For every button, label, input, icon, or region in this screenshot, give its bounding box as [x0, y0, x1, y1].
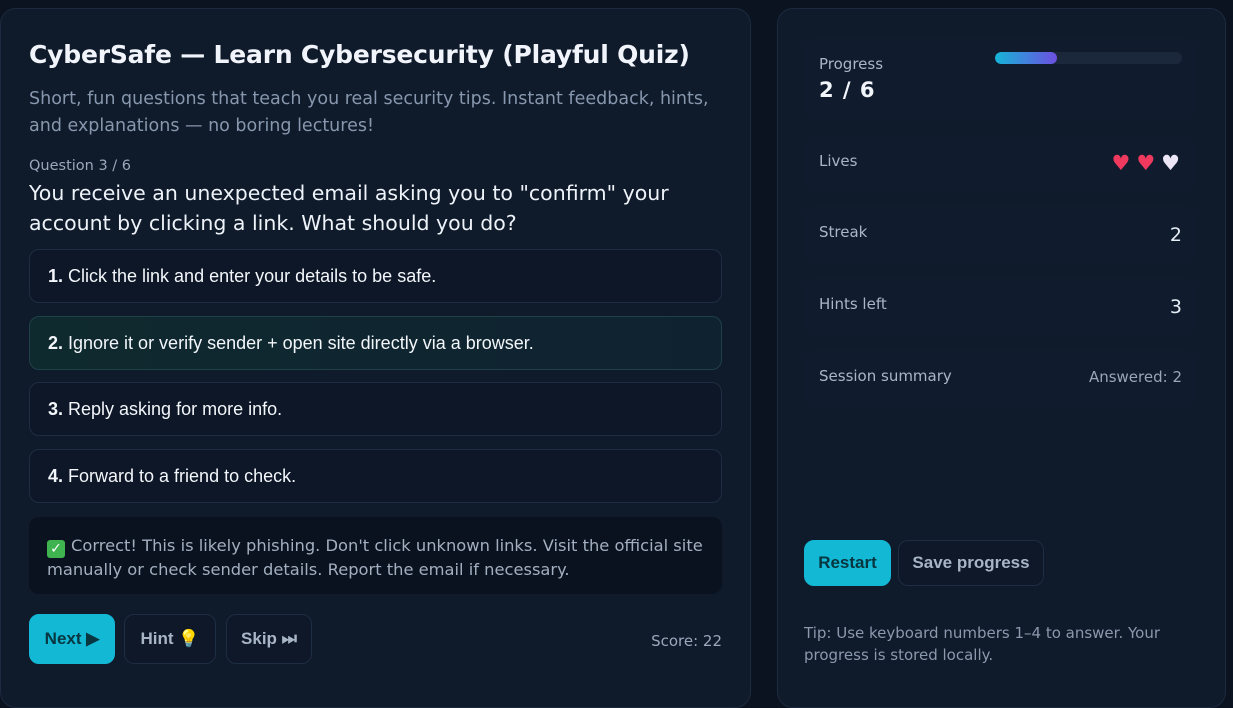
progress-card: Progress 2 / 6: [804, 38, 1196, 120]
feedback-text: Correct! This is likely phishing. Don't …: [47, 536, 703, 579]
question-text: You receive an unexpected email asking y…: [29, 181, 669, 235]
hints-value: 3: [1169, 296, 1182, 318]
answer-option-3[interactable]: 3. Reply asking for more info.: [29, 382, 722, 436]
lives-label: Lives: [819, 152, 858, 170]
option-number: 2.: [48, 332, 64, 353]
restart-button[interactable]: Restart: [804, 540, 891, 586]
keyboard-tip: Tip: Use keyboard numbers 1–4 to answer.…: [804, 624, 1161, 664]
progress-bar-fill: [995, 52, 1058, 64]
session-summary-value: Answered: 2: [1088, 368, 1182, 386]
answer-option-2[interactable]: 2. Ignore it or verify sender + open sit…: [29, 316, 722, 370]
hint-button[interactable]: Hint 💡: [124, 614, 216, 664]
progress-label: Progress: [819, 55, 884, 73]
progress-value: 2 / 6: [819, 78, 876, 102]
option-text: Click the link and enter your details to…: [68, 265, 437, 286]
option-number: 3.: [48, 398, 64, 419]
streak-value: 2: [1169, 224, 1182, 246]
option-text: Ignore it or verify sender + open site d…: [68, 332, 534, 353]
score-display: Score: 22: [651, 632, 722, 650]
hints-label: Hints left: [819, 295, 887, 313]
check-mark-icon: ✓: [47, 540, 65, 558]
app-title: CyberSafe — Learn Cybersecurity (Playful…: [29, 40, 690, 69]
streak-card: Streak 2: [804, 206, 1196, 264]
save-progress-button[interactable]: Save progress: [898, 540, 1044, 586]
option-text: Reply asking for more info.: [68, 398, 283, 419]
answer-option-1[interactable]: 1. Click the link and enter your details…: [29, 249, 722, 303]
answer-option-4[interactable]: 4. Forward to a friend to check.: [29, 449, 722, 503]
skip-button[interactable]: Skip ⏭: [226, 614, 312, 664]
heart-full-icon: ♥: [1111, 151, 1131, 175]
heart-empty-icon: ♥: [1161, 151, 1180, 175]
hints-card: Hints left 3: [804, 278, 1196, 336]
feedback-box: ✓ Correct! This is likely phishing. Don't…: [29, 517, 722, 594]
streak-label: Streak: [819, 223, 868, 241]
option-number: 1.: [48, 265, 64, 286]
lives-hearts: ♥ ♥ ♥: [1112, 153, 1180, 174]
session-summary-card: Session summary Answered: 2: [804, 350, 1196, 408]
progress-bar: [995, 52, 1182, 64]
option-number: 4.: [48, 465, 64, 486]
lives-card: Lives ♥ ♥ ♥: [804, 135, 1196, 193]
question-counter: Question 3 / 6: [29, 158, 132, 174]
next-button[interactable]: Next ▶: [29, 614, 115, 664]
heart-full-icon: ♥: [1136, 151, 1156, 175]
app-subtitle: Short, fun questions that teach you real…: [29, 89, 709, 136]
session-summary-label: Session summary: [819, 367, 952, 385]
option-text: Forward to a friend to check.: [68, 465, 297, 486]
